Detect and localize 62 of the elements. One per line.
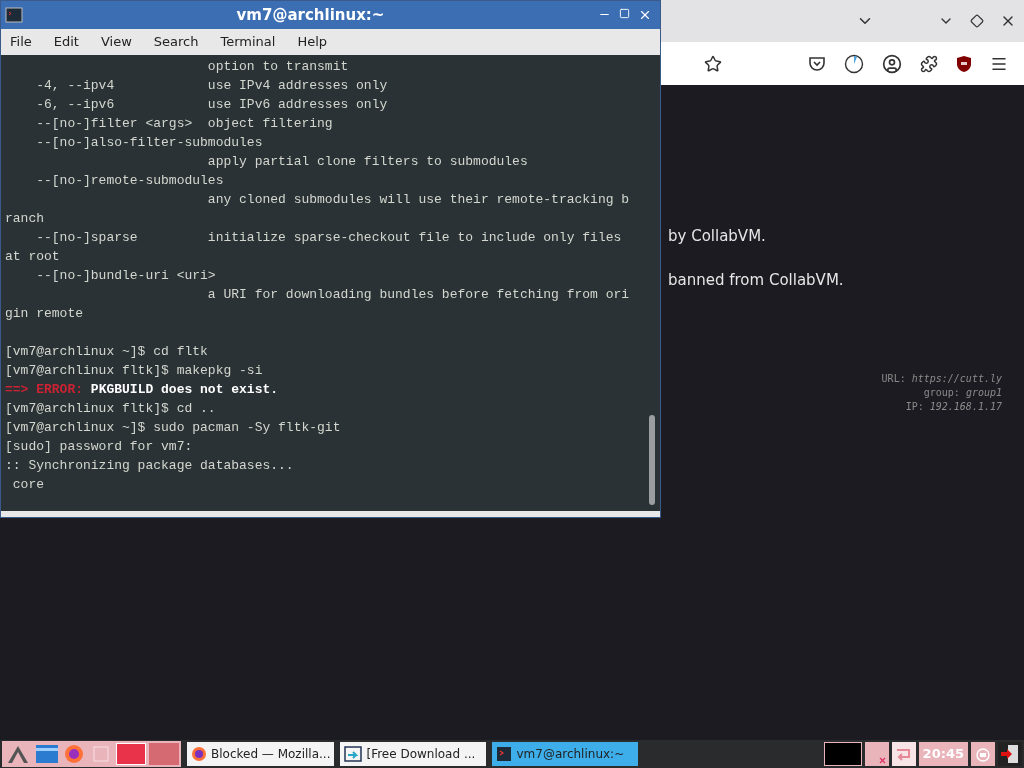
- taskbar-window-button[interactable]: [Free Download ...: [340, 742, 487, 766]
- terminal-line: ranch: [5, 210, 45, 228]
- overlay-label: URL:: [881, 372, 906, 386]
- terminal-line: -4, --ipv4 use IPv4 addresses only: [35, 77, 389, 95]
- logout-icon[interactable]: [998, 742, 1022, 766]
- error-line: ==> ERROR: PKGBUILD does not exist.: [5, 381, 280, 399]
- terminal-line: --[no-]sparse initialize sparse-checkout file to include only files: [35, 229, 623, 247]
- extensions-icon[interactable]: [920, 54, 938, 73]
- menu-item[interactable]: Terminal: [220, 32, 276, 52]
- folder-icon[interactable]: [35, 743, 59, 765]
- terminal-line: --[no-]bundle-uri <uri>: [35, 267, 217, 285]
- timer-icon[interactable]: [844, 53, 864, 74]
- shield-icon[interactable]: [956, 54, 972, 73]
- firefox-icon: [191, 746, 207, 762]
- terminal-line: option to transmit: [206, 58, 350, 76]
- overlay-value: group1: [965, 386, 1002, 400]
- terminal-line: --[no-]filter <args> object filtering: [35, 115, 334, 133]
- clock: 20:45: [918, 742, 968, 766]
- terminal-line: [sudo] password for vm7:: [5, 438, 194, 456]
- terminal-line: a URI for downloading bundles before fetching from ori: [206, 286, 631, 304]
- terminal-line: --[no-]remote-submodules: [35, 172, 225, 190]
- terminal-line: :: Synchronizing package databases...: [5, 457, 295, 475]
- overlay-label: IP:: [905, 400, 924, 414]
- window-title: vm7@archlinux:~: [235, 4, 386, 26]
- terminal-line: --[no-]also-filter-submodules: [35, 134, 264, 152]
- menu-item[interactable]: View: [100, 32, 132, 52]
- overlay-value: 192.168.1.17: [929, 400, 1002, 414]
- terminal-line: any cloned submodules will use their remote-tracking b: [206, 191, 631, 209]
- workspace-pager[interactable]: [116, 743, 146, 765]
- terminal-line: [vm7@archlinux fltk]$ cd ..: [5, 400, 217, 418]
- account-icon[interactable]: [882, 53, 902, 74]
- scrollbar-thumb[interactable]: [648, 415, 655, 505]
- page-message: banned from CollabVM.: [668, 269, 845, 291]
- terminal-line: [vm7@archlinux fltk]$ makepkg -si: [5, 362, 264, 380]
- close-icon[interactable]: [864, 742, 889, 766]
- terminal-icon: [5, 7, 23, 23]
- maximize-icon[interactable]: [619, 8, 630, 19]
- taskbar-window-button[interactable]: Blocked — Mozilla...: [187, 742, 335, 766]
- terminal-line: [vm7@archlinux ~]$ cd fltk: [5, 343, 209, 361]
- terminal-icon: [496, 746, 513, 762]
- terminal-line: -6, --ipv6 use IPv6 addresses only: [35, 96, 389, 114]
- tray-preview: [823, 742, 862, 766]
- firefox-icon[interactable]: [62, 743, 86, 765]
- diamond-icon[interactable]: [970, 14, 984, 28]
- close-icon[interactable]: [638, 8, 652, 22]
- terminal-line: at root: [5, 248, 61, 266]
- window-icon: [344, 746, 363, 762]
- overlay-value: https://cutt.ly: [911, 372, 1002, 386]
- page-message: by CollabVM.: [668, 226, 767, 247]
- menu-item[interactable]: Edit: [53, 32, 79, 52]
- terminal-line: gin remote: [5, 305, 84, 323]
- swap-icon[interactable]: [891, 742, 916, 766]
- overlay-label: group:: [923, 386, 960, 400]
- menu-item[interactable]: Search: [153, 32, 199, 52]
- terminal-line: apply partial clone filters to submodules: [206, 153, 529, 171]
- menu-item[interactable]: Help: [297, 32, 328, 52]
- menu-item[interactable]: File: [10, 32, 32, 52]
- taskbar-window-button[interactable]: vm7@archlinux:~: [492, 742, 639, 766]
- pocket-icon[interactable]: [808, 55, 826, 72]
- bookmark-star-button[interactable]: [704, 54, 722, 73]
- terminal-line: core: [11, 476, 45, 494]
- terminal-line: [vm7@archlinux ~]$ sudo pacman -Sy fltk-git: [5, 419, 342, 437]
